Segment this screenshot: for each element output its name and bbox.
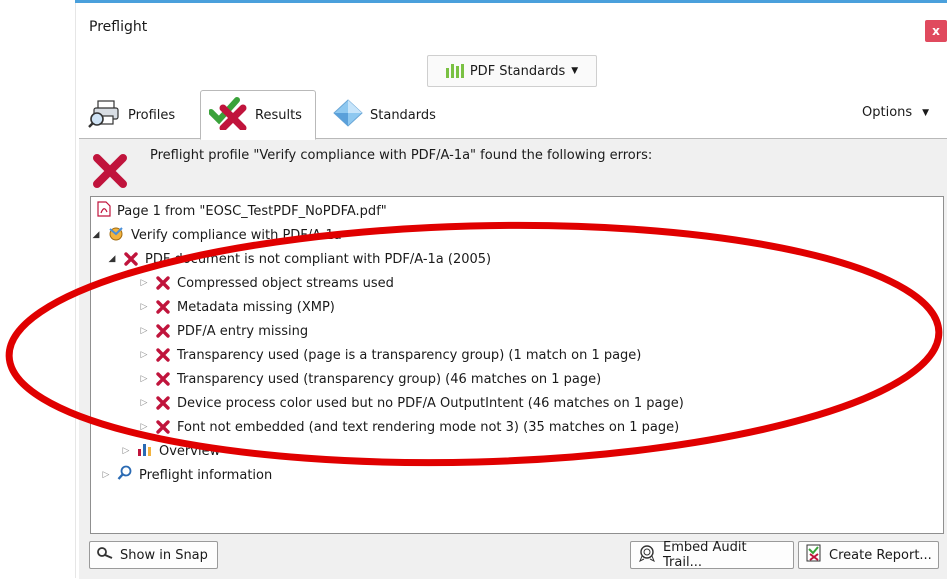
overview-chart-icon: [137, 441, 153, 461]
pdf-file-icon: [97, 201, 111, 221]
check-x-icon: [208, 96, 249, 134]
printer-magnifier-icon: [88, 97, 122, 133]
report-icon: [805, 544, 823, 566]
chevron-down-icon: ▼: [571, 66, 579, 76]
create-report-button[interactable]: Create Report...: [798, 541, 939, 569]
tree-item-error-label: PDF/A entry missing: [177, 323, 309, 339]
tree-item-error[interactable]: ▷ PDF/A entry missing: [139, 321, 309, 341]
summary-message: Preflight profile "Verify compliance wit…: [150, 148, 653, 163]
embed-audit-trail-button[interactable]: Embed Audit Trail...: [630, 540, 794, 570]
expand-triangle-icon[interactable]: ▷: [139, 278, 149, 288]
tree-item-error[interactable]: ▷ Transparency used (page is a transpare…: [139, 345, 642, 365]
error-x-icon: [156, 396, 170, 410]
pdf-standards-dropdown[interactable]: PDF Standards ▼: [427, 55, 597, 87]
snap-magnifier-icon: [96, 546, 114, 564]
expand-triangle-icon[interactable]: ▷: [101, 470, 111, 480]
tree-item-error[interactable]: ▷ Transparency used (transparency group)…: [139, 369, 602, 389]
error-summary-icon: [92, 153, 128, 189]
diamond-icon: [332, 98, 364, 132]
error-x-icon: [124, 252, 138, 266]
error-x-icon: [156, 420, 170, 434]
tree-item-result[interactable]: ◢ PDF document is not compliant with PDF…: [107, 249, 492, 269]
options-menu[interactable]: Options ▼: [862, 105, 929, 120]
expand-triangle-icon[interactable]: ▷: [121, 446, 131, 456]
expand-triangle-icon[interactable]: ▷: [139, 350, 149, 360]
show-in-snap-label: Show in Snap: [120, 547, 208, 563]
show-in-snap-button[interactable]: Show in Snap: [89, 541, 218, 569]
pdf-standards-icon: [445, 64, 464, 78]
window-title: Preflight: [89, 19, 148, 35]
tree-item-page[interactable]: Page 1 from "EOSC_TestPDF_NoPDFA.pdf": [97, 201, 387, 221]
tab-results-label: Results: [255, 107, 302, 123]
tree-item-error-label: Device process color used but no PDF/A O…: [177, 395, 684, 411]
tree-item-info-label: Preflight information: [139, 467, 273, 483]
options-label: Options: [862, 105, 913, 120]
tab-standards[interactable]: Standards: [332, 92, 462, 138]
expand-triangle-icon[interactable]: ▷: [139, 374, 149, 384]
window-left-border: [75, 3, 76, 578]
expand-triangle-icon[interactable]: ▷: [139, 302, 149, 312]
tree-item-error-label: Metadata missing (XMP): [177, 299, 335, 315]
tree-item-profile[interactable]: ◢ Verify compliance with PDF/A-1a: [91, 225, 342, 245]
tab-profiles[interactable]: Profiles: [88, 92, 198, 138]
tree-item-error-label: Font not embedded (and text rendering mo…: [177, 419, 680, 435]
tree-item-overview[interactable]: ▷ Overview: [121, 441, 221, 461]
tree-item-profile-label: Verify compliance with PDF/A-1a: [131, 227, 342, 243]
error-x-icon: [156, 324, 170, 338]
tree-item-error-label: Compressed object streams used: [177, 275, 394, 291]
expand-triangle-icon[interactable]: ▷: [139, 398, 149, 408]
pdf-standards-label: PDF Standards: [469, 63, 566, 79]
create-report-label: Create Report...: [829, 547, 932, 563]
tree-item-error[interactable]: ▷ Device process color used but no PDF/A…: [139, 393, 684, 413]
tree-item-error[interactable]: ▷ Font not embedded (and text rendering …: [139, 417, 680, 437]
results-tree[interactable]: Page 1 from "EOSC_TestPDF_NoPDFA.pdf" ◢ …: [90, 196, 944, 534]
tree-item-error[interactable]: ▷ Metadata missing (XMP): [139, 297, 335, 317]
tree-item-info[interactable]: ▷ Preflight information: [101, 465, 272, 485]
close-button[interactable]: x: [925, 20, 947, 42]
tree-item-error[interactable]: ▷ Compressed object streams used: [139, 273, 394, 293]
tab-profiles-label: Profiles: [128, 107, 176, 123]
expand-triangle-icon[interactable]: ▷: [139, 422, 149, 432]
tree-item-result-label: PDF document is not compliant with PDF/A…: [145, 251, 492, 267]
error-x-icon: [156, 276, 170, 290]
chevron-down-icon: ▼: [922, 107, 930, 118]
tree-item-error-label: Transparency used (transparency group) (…: [177, 371, 602, 387]
seal-icon: [637, 544, 657, 566]
magnifier-icon: [117, 465, 133, 485]
error-x-icon: [156, 372, 170, 386]
tree-item-page-label: Page 1 from "EOSC_TestPDF_NoPDFA.pdf": [117, 203, 387, 219]
collapse-triangle-icon[interactable]: ◢: [107, 254, 117, 264]
embed-audit-trail-label: Embed Audit Trail...: [663, 540, 747, 570]
error-x-icon: [156, 348, 170, 362]
error-x-icon: [156, 300, 170, 314]
expand-triangle-icon[interactable]: ▷: [139, 326, 149, 336]
tab-results[interactable]: Results: [200, 90, 316, 140]
tree-item-error-label: Transparency used (page is a transparenc…: [177, 347, 642, 363]
tree-item-overview-label: Overview: [159, 443, 221, 459]
tab-standards-label: Standards: [370, 107, 436, 123]
collapse-triangle-icon[interactable]: ◢: [91, 230, 101, 240]
profile-icon: [107, 225, 125, 245]
window-top-border: [75, 0, 947, 3]
